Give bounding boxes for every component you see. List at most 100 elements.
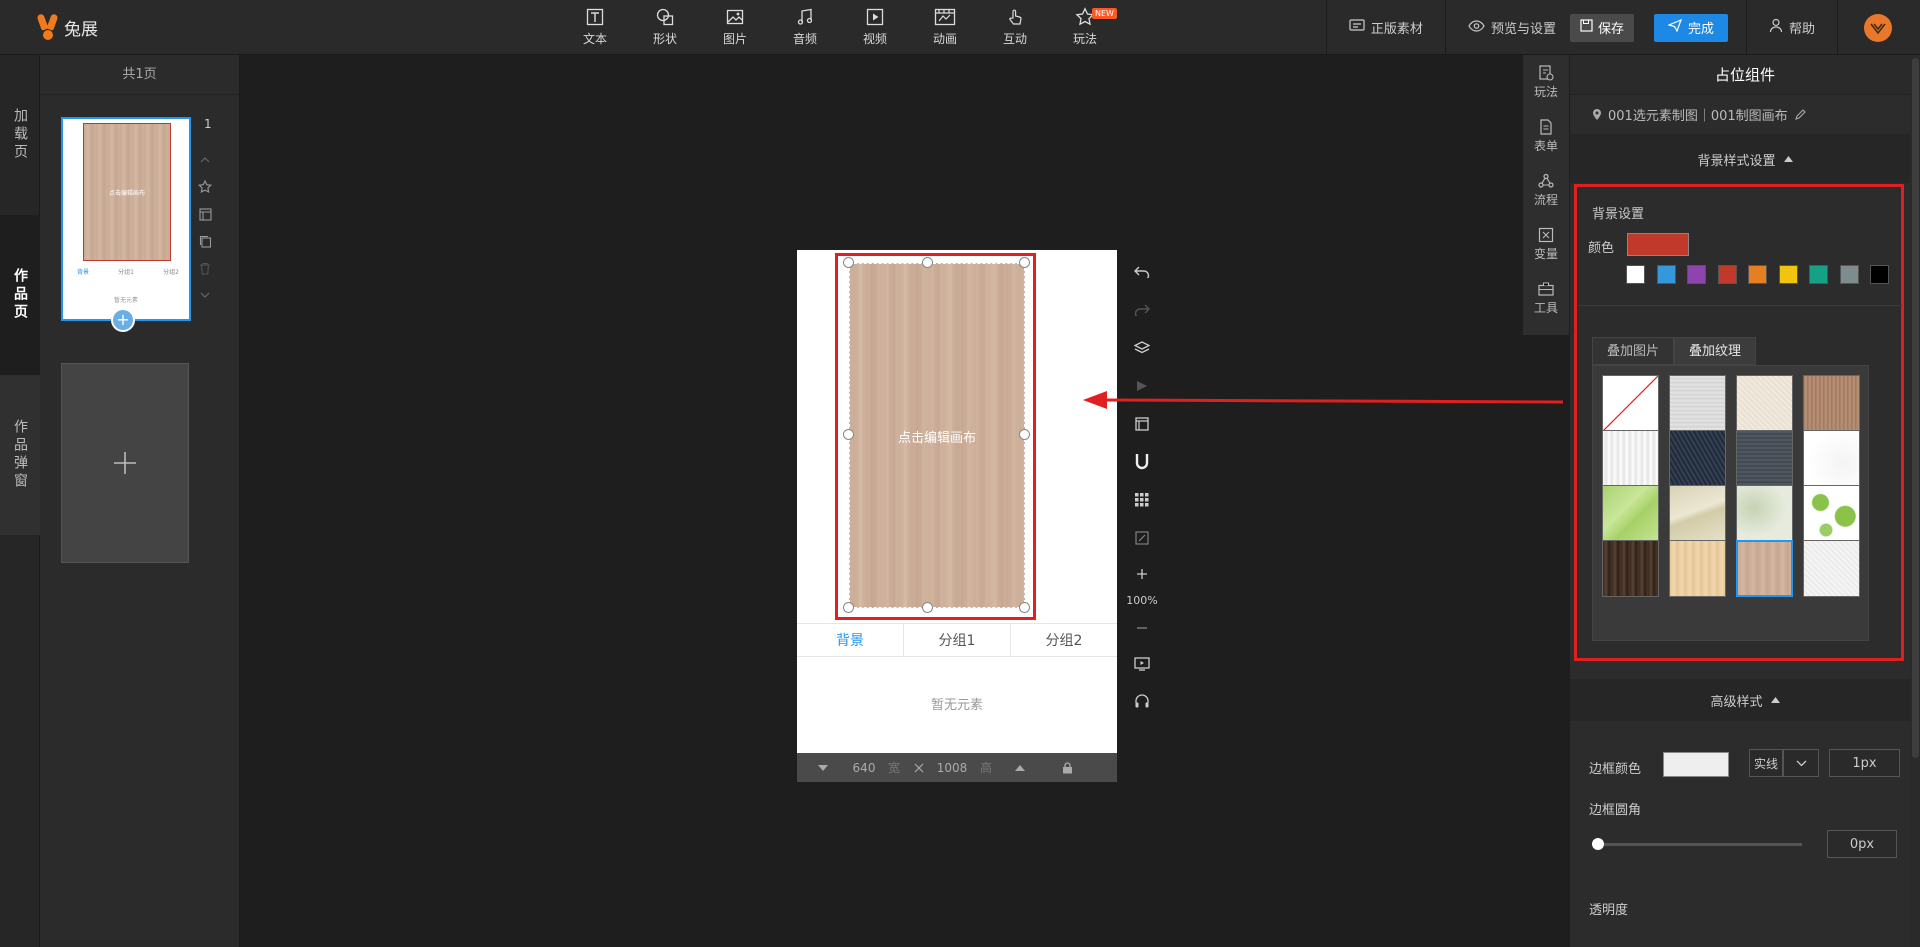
avatar[interactable]: [1864, 13, 1892, 42]
strip-gameplay[interactable]: 玩法: [1523, 65, 1569, 119]
copy-icon[interactable]: [198, 234, 212, 248]
texture-burlap[interactable]: [1803, 375, 1860, 432]
tab-loading-page[interactable]: 加载页: [0, 55, 40, 215]
canvas-background[interactable]: 点击编辑画布: [849, 263, 1025, 608]
border-style-dropdown[interactable]: [1783, 749, 1819, 777]
edit-pencil-icon[interactable]: [1794, 108, 1806, 121]
texture-beige-geometric[interactable]: [1669, 485, 1726, 542]
panel-scrollbar-thumb[interactable]: [1912, 58, 1919, 758]
redo-button[interactable]: [1124, 291, 1160, 329]
resize-handle[interactable]: [843, 429, 854, 440]
texture-dark-wood[interactable]: [1602, 540, 1659, 597]
tab-group-1[interactable]: 分组1: [904, 624, 1011, 656]
texture-cream-canvas[interactable]: [1736, 375, 1793, 432]
preview-button[interactable]: 预览与设置: [1446, 0, 1578, 55]
undo-button[interactable]: [1124, 253, 1160, 291]
layers-button[interactable]: [1124, 329, 1160, 367]
border-radius-input[interactable]: 0px: [1827, 830, 1897, 858]
tab-work-page[interactable]: 作品页: [0, 215, 40, 375]
resize-handle[interactable]: [1019, 257, 1030, 268]
current-color-picker[interactable]: [1627, 233, 1689, 256]
favorite-star-icon[interactable]: [198, 180, 212, 194]
color-swatch[interactable]: [1809, 265, 1828, 284]
phone-canvas[interactable]: 点击编辑画布 背景 分组1 分组2 暂无元素: [797, 250, 1117, 753]
color-swatch[interactable]: [1839, 265, 1859, 284]
zoom-in-button[interactable]: [1124, 557, 1160, 591]
resize-handle[interactable]: [843, 602, 854, 613]
color-swatch[interactable]: [1687, 265, 1706, 284]
texture-leaf-pattern[interactable]: [1736, 485, 1793, 542]
done-button[interactable]: 完成: [1653, 13, 1728, 42]
tab-overlay-texture[interactable]: 叠加纹理: [1674, 337, 1757, 365]
color-swatch[interactable]: [1778, 265, 1798, 284]
texture-green-dots[interactable]: [1803, 485, 1860, 542]
add-page-button[interactable]: [61, 363, 189, 563]
resize-handle[interactable]: [1019, 429, 1030, 440]
border-radius-slider-knob[interactable]: [1592, 838, 1604, 850]
caret-down-icon[interactable]: [797, 764, 849, 771]
tool-text[interactable]: 文本: [560, 6, 630, 50]
materials-button[interactable]: 正版素材: [1327, 0, 1445, 55]
delete-icon[interactable]: [198, 261, 212, 275]
resize-handle[interactable]: [922, 257, 933, 268]
texture-green-waves[interactable]: [1602, 485, 1659, 542]
strip-form[interactable]: 表单: [1523, 119, 1569, 173]
grid-button[interactable]: [1124, 481, 1160, 519]
texture-white-fabric[interactable]: [1602, 430, 1659, 487]
preview-screen-button[interactable]: [1124, 645, 1160, 683]
percent-button[interactable]: [1124, 519, 1160, 557]
strip-tools[interactable]: 工具: [1523, 281, 1569, 335]
border-style-select[interactable]: 实线: [1749, 749, 1783, 777]
tool-audio[interactable]: 音频: [770, 6, 840, 50]
magnet-button[interactable]: [1124, 443, 1160, 481]
tool-image[interactable]: 图片: [700, 6, 770, 50]
texture-white-swirl[interactable]: [1803, 430, 1860, 487]
page-thumbnail[interactable]: 点击编辑画布 背景 分组1 分组2 暂无元素: [61, 117, 191, 321]
texture-none[interactable]: [1602, 375, 1659, 432]
strip-flow[interactable]: 流程: [1523, 173, 1569, 227]
tool-gameplay[interactable]: NEW 玩法: [1050, 6, 1120, 50]
bg-style-section-header[interactable]: 背景样式设置: [1570, 135, 1920, 183]
height-value[interactable]: 1008: [929, 761, 975, 775]
tool-shape[interactable]: 形状: [630, 6, 700, 50]
tool-interaction[interactable]: 互动: [980, 6, 1050, 50]
tab-overlay-image[interactable]: 叠加图片: [1592, 337, 1675, 365]
save-button[interactable]: 保存: [1569, 13, 1634, 42]
zoom-out-button[interactable]: [1124, 611, 1160, 645]
color-swatch[interactable]: [1748, 265, 1767, 284]
support-button[interactable]: [1124, 683, 1160, 721]
strip-variable[interactable]: 变量: [1523, 227, 1569, 281]
border-width-input[interactable]: 1px: [1829, 749, 1900, 777]
texture-light-wood[interactable]: [1669, 540, 1726, 597]
link-x-icon[interactable]: [909, 763, 929, 773]
help-button[interactable]: 帮助: [1747, 0, 1837, 55]
border-radius-slider[interactable]: [1598, 843, 1802, 846]
tool-video[interactable]: 视频: [840, 6, 910, 50]
texture-dark-knit[interactable]: [1669, 430, 1726, 487]
advanced-section-header[interactable]: 高级样式: [1570, 679, 1920, 721]
resize-handle[interactable]: [1019, 602, 1030, 613]
width-value[interactable]: 640: [849, 761, 879, 775]
caret-up-icon[interactable]: [1005, 764, 1035, 771]
texture-gray-linen[interactable]: [1669, 375, 1726, 432]
tab-background[interactable]: 背景: [797, 624, 904, 656]
logo[interactable]: 兔展: [36, 12, 98, 42]
color-swatch[interactable]: [1656, 265, 1676, 284]
border-color-picker[interactable]: [1663, 752, 1729, 777]
texture-pink-wood[interactable]: [1736, 540, 1793, 597]
resize-handle[interactable]: [843, 257, 854, 268]
chevron-down-icon[interactable]: [198, 288, 212, 302]
add-page-after-button[interactable]: +: [111, 308, 135, 332]
tab-work-popup[interactable]: 作品弹窗: [0, 375, 40, 535]
color-swatch[interactable]: [1870, 265, 1889, 284]
color-swatch[interactable]: [1717, 265, 1737, 284]
lock-icon[interactable]: [1047, 761, 1087, 774]
tool-animation[interactable]: 动画: [910, 6, 980, 50]
texture-charcoal-weave[interactable]: [1736, 430, 1793, 487]
tab-group-2[interactable]: 分组2: [1011, 624, 1117, 656]
resize-handle[interactable]: [922, 602, 933, 613]
texture-light-gray[interactable]: [1803, 540, 1860, 597]
layout-icon[interactable]: [198, 207, 212, 221]
chevron-up-icon[interactable]: [198, 153, 212, 167]
color-swatch[interactable]: [1626, 265, 1645, 284]
